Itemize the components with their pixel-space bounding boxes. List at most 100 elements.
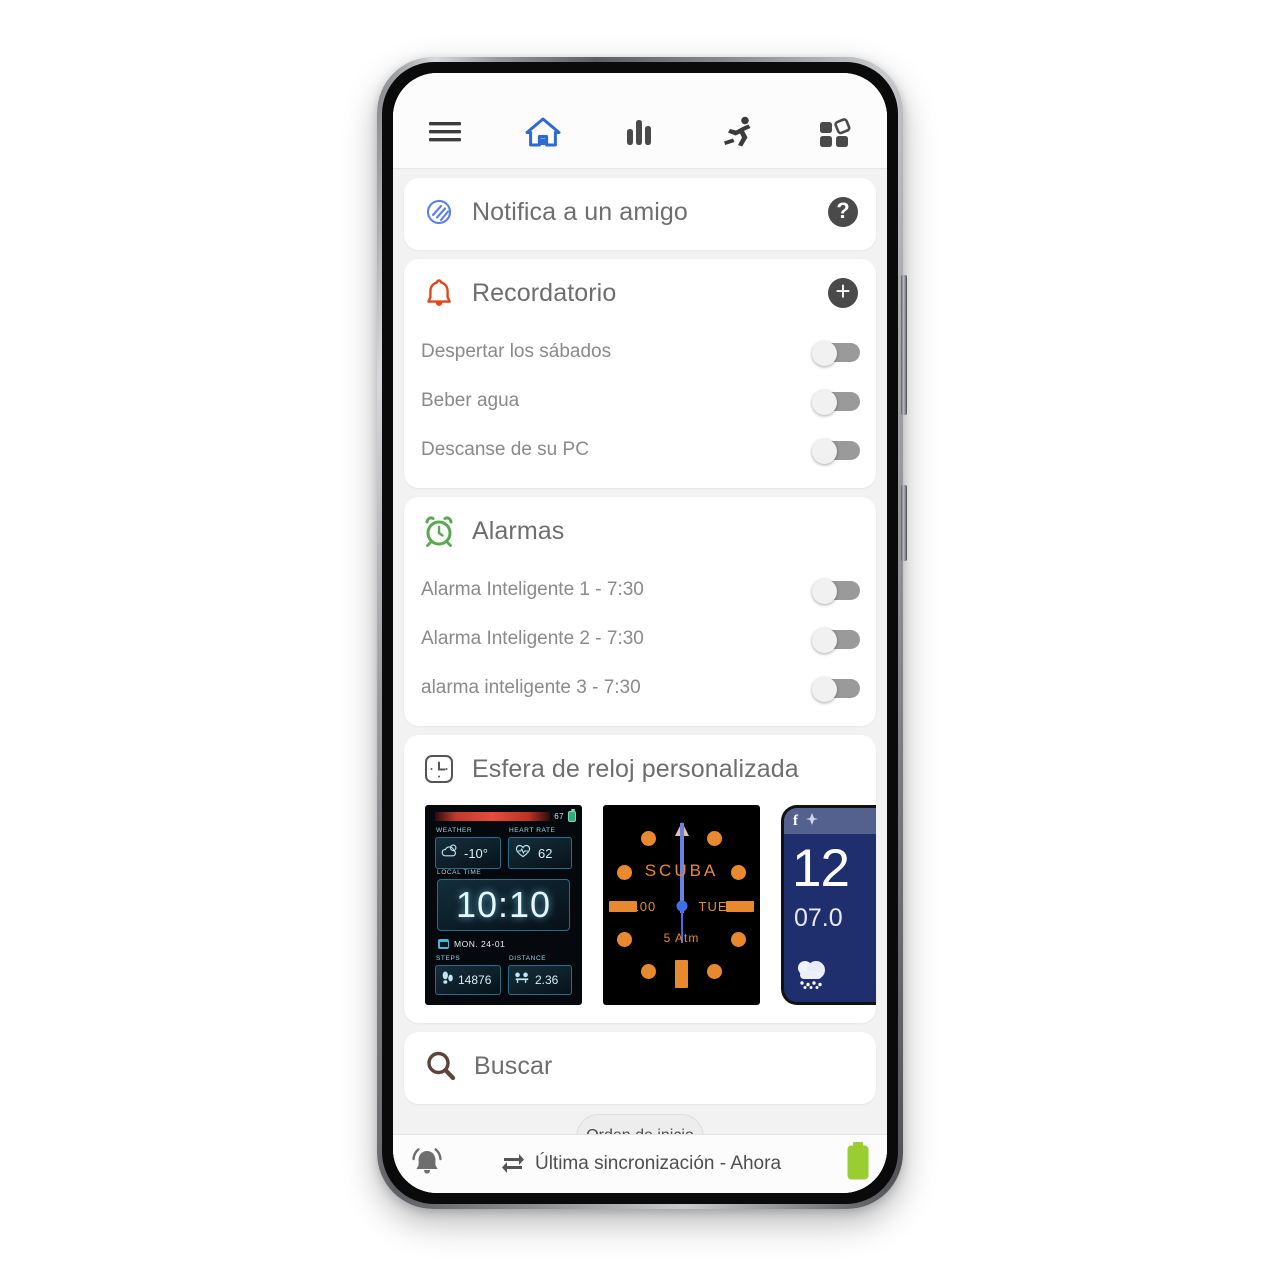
alarm-label: Alarma Inteligente 1 - 7:30 — [421, 578, 644, 600]
magnifier-search-icon — [422, 1047, 460, 1085]
face2-battery: %100 — [619, 899, 657, 914]
snow-cloud-icon — [792, 958, 832, 990]
hamburger-menu-icon — [428, 119, 462, 145]
face1-heart-value: 62 — [538, 845, 553, 861]
running-person-icon — [721, 116, 755, 148]
face1-battery-value: 67 — [554, 812, 564, 821]
reminder-title: Recordatorio — [472, 278, 617, 307]
home-icon — [525, 116, 561, 148]
alarm-toggle[interactable] — [812, 578, 860, 604]
phone-device-frame: Notifica a un amigo ? Recordatorio + Des… — [377, 57, 907, 1209]
ringing-bell-icon[interactable] — [407, 1143, 447, 1186]
reminder-header: Recordatorio + — [404, 259, 876, 327]
face1-heart-label: HEART RATE — [509, 827, 556, 834]
face2-depth: 5 Atm — [663, 931, 700, 945]
reminder-label: Beber agua — [421, 389, 520, 411]
face1-alert-text — [435, 812, 550, 821]
face3-statusbar: f — [784, 808, 876, 834]
alarm-clock-icon — [420, 512, 458, 550]
alarm-toggle[interactable] — [812, 676, 860, 702]
toggle-knob — [812, 340, 837, 366]
reminder-row[interactable]: Descanse de su PC — [404, 425, 876, 474]
watch-faces-carousel[interactable]: 67 WEATHER HEART RATE -10° 62 LOCAL TIME… — [404, 803, 876, 1023]
card-search[interactable]: Buscar — [404, 1032, 876, 1104]
face1-statusbar: 67 — [435, 809, 576, 822]
face1-steps-value: 14876 — [458, 973, 492, 987]
face1-weather-label: WEATHER — [436, 827, 473, 834]
footsteps-icon — [441, 971, 454, 990]
nav-item-home[interactable] — [509, 108, 577, 156]
toggle-knob — [812, 676, 837, 702]
watch-faces-title: Esfera de reloj personalizada — [472, 754, 799, 783]
face3-date: 07.0 — [794, 904, 843, 932]
face1-distance-value: 2.36 — [535, 973, 559, 987]
bar-chart-icon — [625, 117, 655, 147]
toggle-knob — [812, 578, 837, 604]
toggle-knob — [812, 627, 837, 653]
watch-face-thumbnail-scuba[interactable]: SCUBA %100 TUE07 5 Atm — [603, 805, 760, 1005]
face2-marker-dot — [641, 964, 656, 979]
reminder-row[interactable]: Despertar los sábados — [404, 327, 876, 376]
alarm-row[interactable]: alarma inteligente 3 - 7:30 — [404, 663, 876, 712]
nav-item-menu[interactable] — [411, 108, 479, 156]
nav-item-apps[interactable] — [801, 108, 869, 156]
reminder-row[interactable]: Beber agua — [404, 376, 876, 425]
face3-extra-icon — [805, 812, 819, 831]
face1-date-value: MON. 24-01 — [454, 939, 506, 949]
weather-sun-cloud-icon — [441, 843, 459, 864]
power-button[interactable] — [901, 485, 907, 561]
add-plus-icon[interactable]: + — [828, 278, 858, 308]
sync-arrows-icon — [501, 1151, 525, 1178]
nav-item-activity[interactable] — [704, 108, 772, 156]
card-notify-friend[interactable]: Notifica a un amigo ? — [404, 178, 876, 250]
face1-alert-bar — [435, 812, 551, 821]
sync-status-text: Última sincronización - Ahora — [534, 1153, 782, 1174]
face1-time-value: 10:10 — [455, 884, 552, 925]
watch-faces-header: Esfera de reloj personalizada — [404, 735, 876, 803]
alarm-row[interactable]: Alarma Inteligente 2 - 7:30 — [404, 614, 876, 663]
reminder-toggle[interactable] — [812, 389, 860, 415]
face1-heart-panel: 62 — [508, 837, 572, 869]
alarms-header: Alarmas — [404, 497, 876, 565]
help-question-icon[interactable]: ? — [828, 197, 858, 227]
face2-marker-dot — [707, 831, 722, 846]
face2-day: TUE07 — [698, 899, 744, 914]
start-order-button[interactable]: Orden de inicio — [576, 1114, 704, 1134]
phone-bezel: Notifica a un amigo ? Recordatorio + Des… — [382, 62, 898, 1204]
bottom-status-bar: Última sincronización - Ahora — [393, 1134, 887, 1193]
face3-hour: 12 — [792, 839, 850, 898]
card-watch-faces: Esfera de reloj personalizada 67 WEATHER… — [404, 735, 876, 1023]
volume-button[interactable] — [901, 275, 907, 415]
face1-date: MON. 24-01 — [438, 939, 505, 949]
face2-marker-bar — [675, 960, 688, 988]
phone-screen: Notifica a un amigo ? Recordatorio + Des… — [393, 73, 887, 1193]
face1-weather-panel: -10° — [435, 837, 501, 869]
facebook-icon: f — [793, 812, 798, 829]
alarm-label: Alarma Inteligente 2 - 7:30 — [421, 627, 644, 649]
scrollable-content[interactable]: Notifica a un amigo ? Recordatorio + Des… — [393, 169, 887, 1134]
heart-rate-icon — [514, 843, 532, 864]
reminder-toggle[interactable] — [812, 438, 860, 464]
notify-friend-header: Notifica a un amigo ? — [404, 178, 876, 246]
face1-weather-value: -10° — [464, 845, 488, 861]
calendar-icon — [438, 939, 449, 949]
watch-face-thumbnail-tech[interactable]: 67 WEATHER HEART RATE -10° 62 LOCAL TIME… — [425, 805, 582, 1005]
apps-grid-icon — [818, 116, 852, 148]
screenshot-stage: Notifica a un amigo ? Recordatorio + Des… — [0, 0, 1280, 1280]
sync-status[interactable]: Última sincronización - Ahora — [501, 1151, 781, 1178]
alarm-row[interactable]: Alarma Inteligente 1 - 7:30 — [404, 565, 876, 614]
face1-localtime-label: LOCAL TIME — [437, 869, 482, 876]
search-header[interactable]: Buscar — [404, 1032, 876, 1100]
bell-icon — [420, 274, 458, 312]
toggle-knob — [812, 389, 837, 415]
watch-face-thumbnail-blue[interactable]: f 12 07.0 — [781, 805, 876, 1005]
alarm-toggle[interactable] — [812, 627, 860, 653]
distance-icon — [514, 971, 530, 989]
toggle-knob — [812, 438, 837, 464]
reminder-label: Descanse de su PC — [421, 438, 589, 460]
face2-marker-dot — [707, 964, 722, 979]
reminder-toggle[interactable] — [812, 340, 860, 366]
notify-friend-title: Notifica a un amigo — [472, 197, 688, 226]
nav-item-stats[interactable] — [606, 108, 674, 156]
face2-brand: SCUBA — [644, 861, 719, 880]
